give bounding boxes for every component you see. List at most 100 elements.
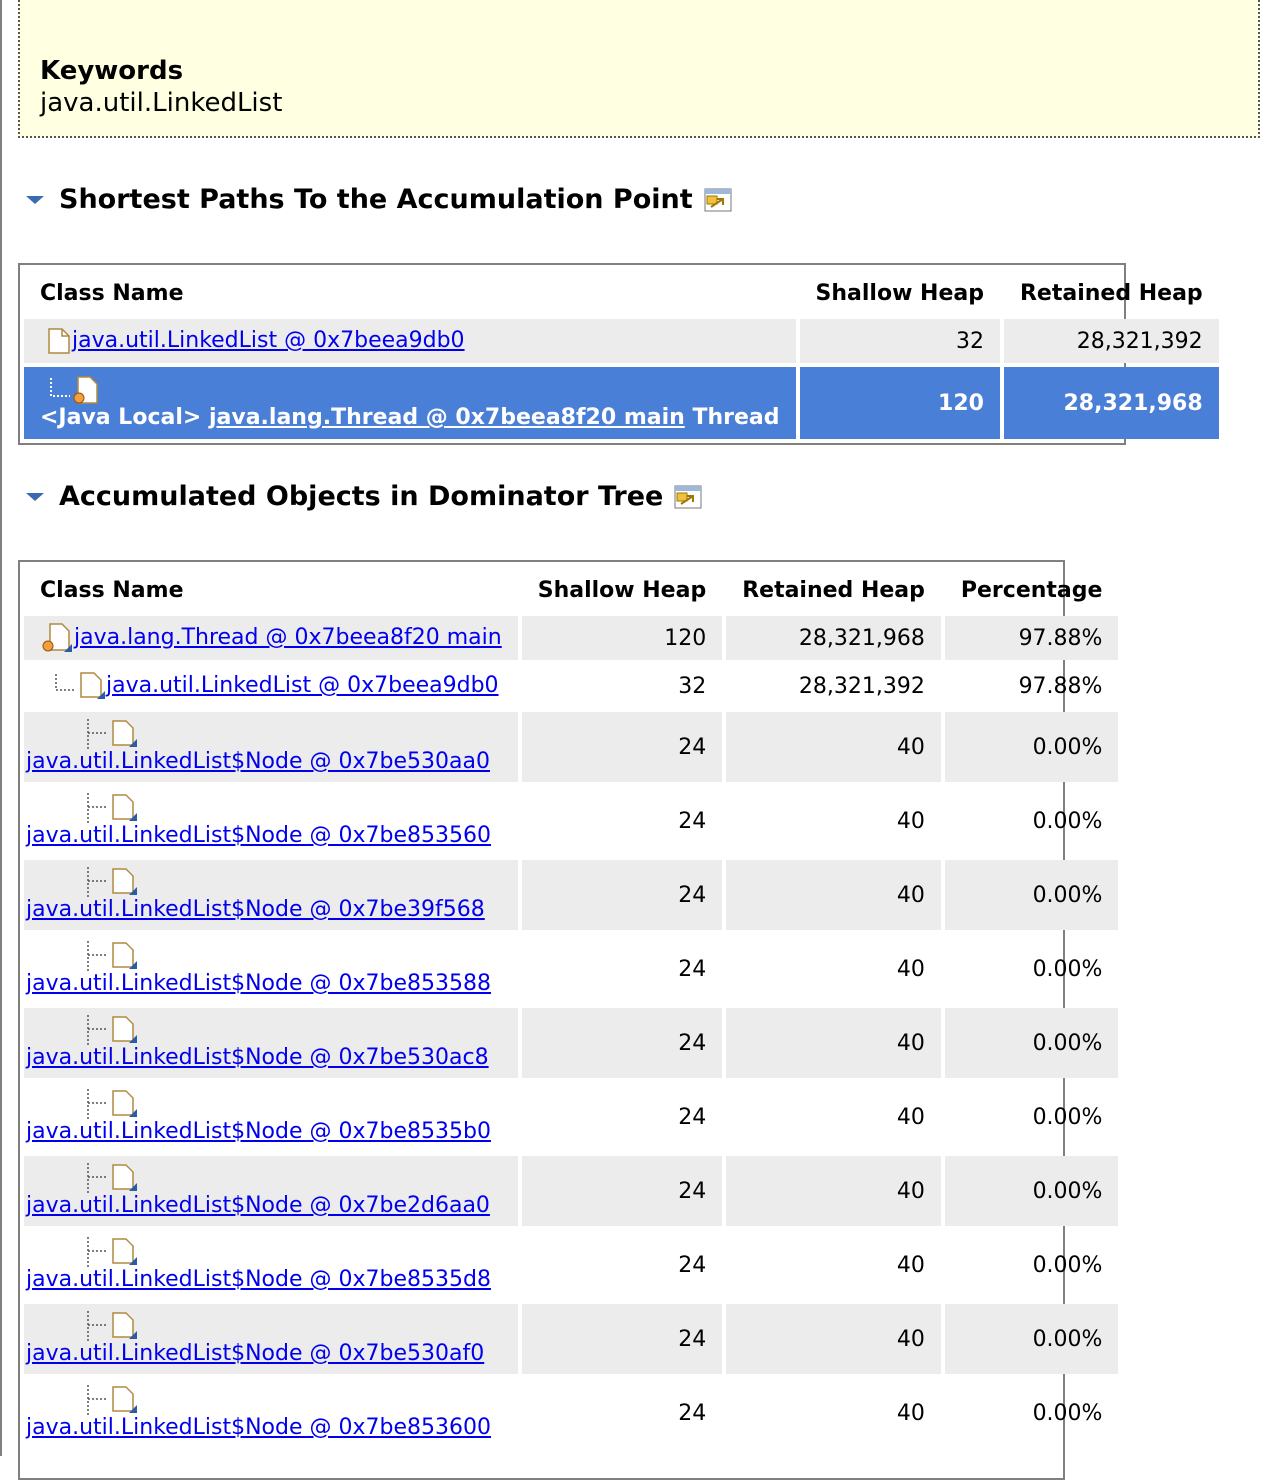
tree-connector-icon xyxy=(55,674,76,691)
object-link[interactable]: java.util.LinkedList$Node @ 0x7be2d6aa0 xyxy=(26,1193,490,1218)
col-class-name[interactable]: Class Name xyxy=(24,269,796,315)
shallow-heap-value: 24 xyxy=(678,808,707,834)
object-link[interactable]: java.util.LinkedList$Node @ 0x7be853560 xyxy=(26,823,491,848)
shallow-heap-value: 24 xyxy=(521,1156,723,1226)
tree-connector-icon xyxy=(87,867,108,897)
object-link[interactable]: java.util.LinkedList$Node @ 0x7be8535b0 xyxy=(26,1119,491,1144)
retained-heap-value: 28,321,968 xyxy=(1003,367,1219,439)
open-in-view-icon[interactable] xyxy=(673,484,703,510)
tree-connector-icon xyxy=(87,1311,108,1341)
object-link[interactable]: java.util.LinkedList$Node @ 0x7be530aa0 xyxy=(26,749,490,774)
object-icon xyxy=(112,1238,137,1265)
section-shortest-paths-title: Shortest Paths To the Accumulation Point xyxy=(59,184,693,215)
retained-heap-value: 40 xyxy=(726,1008,941,1078)
object-link[interactable]: java.util.LinkedList$Node @ 0x7be39f568 xyxy=(26,897,485,922)
percentage-value: 0.00% xyxy=(944,1008,1119,1078)
java-local-prefix: <Java Local> xyxy=(40,405,202,430)
retained-heap-value: 28,321,392 xyxy=(1003,319,1219,363)
tree-connector-icon xyxy=(87,1385,108,1415)
col-shallow-heap[interactable]: Shallow Heap xyxy=(522,566,722,612)
shortest-paths-table: Class Name Shallow Heap Retained Heap ja… xyxy=(18,263,1219,445)
shallow-heap-value: 24 xyxy=(678,956,707,982)
table-row[interactable]: java.util.LinkedList$Node @ 0x7be530af0 2… xyxy=(24,1304,1119,1374)
object-icon xyxy=(112,1016,137,1043)
object-link[interactable]: java.util.LinkedList$Node @ 0x7be853600 xyxy=(26,1415,491,1440)
object-link[interactable]: java.util.LinkedList @ 0x7beea9db0 xyxy=(106,673,499,698)
shallow-heap-value: 32 xyxy=(678,673,707,699)
retained-heap-value: 40 xyxy=(726,712,941,782)
shallow-heap-value: 120 xyxy=(521,616,723,660)
percentage-value: 0.00% xyxy=(944,1304,1119,1374)
object-icon xyxy=(112,720,137,747)
percentage-value: 0.00% xyxy=(944,712,1119,782)
table-row[interactable]: java.util.LinkedList @ 0x7beea9db0 32 28… xyxy=(24,319,1219,363)
keywords-title: Keywords xyxy=(40,56,184,86)
retained-heap-value: 40 xyxy=(896,1400,925,1426)
percentage-value: 0.00% xyxy=(944,1156,1119,1226)
table-row[interactable]: java.util.LinkedList$Node @ 0x7be8535b0 2… xyxy=(24,1082,1118,1152)
table-row[interactable]: java.util.LinkedList$Node @ 0x7be530ac8 2… xyxy=(24,1008,1119,1078)
table-row[interactable]: java.util.LinkedList$Node @ 0x7be530aa0 2… xyxy=(24,712,1119,782)
retained-heap-value: 40 xyxy=(726,1156,941,1226)
section-accumulated-header[interactable]: Accumulated Objects in Dominator Tree xyxy=(24,481,703,512)
retained-heap-value: 40 xyxy=(896,808,925,834)
object-link[interactable]: java.util.LinkedList$Node @ 0x7be8535d8 xyxy=(26,1267,491,1292)
object-icon xyxy=(112,1090,137,1117)
table-row[interactable]: java.util.LinkedList$Node @ 0x7be853600 2… xyxy=(24,1378,1118,1448)
table-row[interactable]: java.lang.Thread @ 0x7beea8f20 main 120 … xyxy=(24,616,1119,660)
retained-heap-value: 28,321,968 xyxy=(726,616,941,660)
table-row[interactable]: java.util.LinkedList$Node @ 0x7be8535d8 2… xyxy=(24,1230,1118,1300)
table-row-selected[interactable]: <Java Local> java.lang.Thread @ 0x7beea8… xyxy=(24,367,1219,439)
percentage-value: 0.00% xyxy=(1032,1252,1103,1278)
table-row[interactable]: java.util.LinkedList$Node @ 0x7be853560 2… xyxy=(24,786,1118,856)
object-link[interactable]: java.util.LinkedList @ 0x7beea9db0 xyxy=(72,328,465,353)
percentage-value: 0.00% xyxy=(944,860,1119,930)
thread-object-icon xyxy=(73,376,98,404)
table-row[interactable]: java.util.LinkedList$Node @ 0x7be39f568 2… xyxy=(24,860,1119,930)
object-icon xyxy=(112,942,137,969)
percentage-value: 0.00% xyxy=(1032,1104,1103,1130)
col-retained-heap[interactable]: Retained Heap xyxy=(726,566,941,612)
percentage-value: 0.00% xyxy=(1032,808,1103,834)
chevron-down-icon[interactable] xyxy=(24,486,46,508)
shallow-heap-value: 24 xyxy=(678,1104,707,1130)
object-link[interactable]: java.lang.Thread @ 0x7beea8f20 main xyxy=(74,625,502,650)
percentage-value: 0.00% xyxy=(1032,956,1103,982)
tree-connector-icon xyxy=(87,1163,108,1193)
shallow-heap-value: 120 xyxy=(799,367,1000,439)
shallow-heap-value: 32 xyxy=(799,319,1000,363)
open-in-view-icon[interactable] xyxy=(703,187,733,213)
object-icon xyxy=(80,672,105,699)
object-link[interactable]: java.util.LinkedList$Node @ 0x7be530ac8 xyxy=(26,1045,489,1070)
col-class-name[interactable]: Class Name xyxy=(24,566,518,612)
table-row[interactable]: java.util.LinkedList @ 0x7beea9db0 32 28… xyxy=(24,664,1118,708)
object-icon xyxy=(112,1386,137,1413)
section-shortest-paths-header[interactable]: Shortest Paths To the Accumulation Point xyxy=(24,184,733,215)
keywords-value: java.util.LinkedList xyxy=(40,88,283,118)
percentage-value: 97.88% xyxy=(1018,673,1103,699)
retained-heap-value: 28,321,392 xyxy=(798,673,925,699)
shallow-heap-value: 24 xyxy=(678,1252,707,1278)
section-accumulated-title: Accumulated Objects in Dominator Tree xyxy=(59,481,664,512)
table-row[interactable]: java.util.LinkedList$Node @ 0x7be853588 2… xyxy=(24,934,1118,1004)
object-icon xyxy=(112,794,137,821)
object-icon xyxy=(112,868,137,895)
tree-connector-icon xyxy=(87,1089,108,1119)
tree-connector-icon xyxy=(87,793,108,823)
object-link[interactable]: java.lang.Thread @ 0x7beea8f20 main xyxy=(209,405,685,430)
col-percentage[interactable]: Percentage xyxy=(945,566,1119,612)
object-link[interactable]: java.util.LinkedList$Node @ 0x7be530af0 xyxy=(26,1341,484,1366)
col-retained-heap[interactable]: Retained Heap xyxy=(1004,269,1219,315)
shallow-heap-value: 24 xyxy=(521,1304,723,1374)
chevron-down-icon[interactable] xyxy=(24,189,46,211)
retained-heap-value: 40 xyxy=(896,1252,925,1278)
col-shallow-heap[interactable]: Shallow Heap xyxy=(800,269,1000,315)
object-link[interactable]: java.util.LinkedList$Node @ 0x7be853588 xyxy=(26,971,491,996)
shallow-heap-value: 24 xyxy=(521,1008,723,1078)
dominator-tree-table: Class Name Shallow Heap Retained Heap Pe… xyxy=(18,560,1119,1480)
table-row[interactable]: java.util.LinkedList$Node @ 0x7be2d6aa0 2… xyxy=(24,1156,1119,1226)
tree-connector-icon xyxy=(87,941,108,971)
thread-object-icon xyxy=(42,623,72,652)
tree-connector-icon xyxy=(87,719,108,749)
page-left-border xyxy=(0,0,2,1456)
